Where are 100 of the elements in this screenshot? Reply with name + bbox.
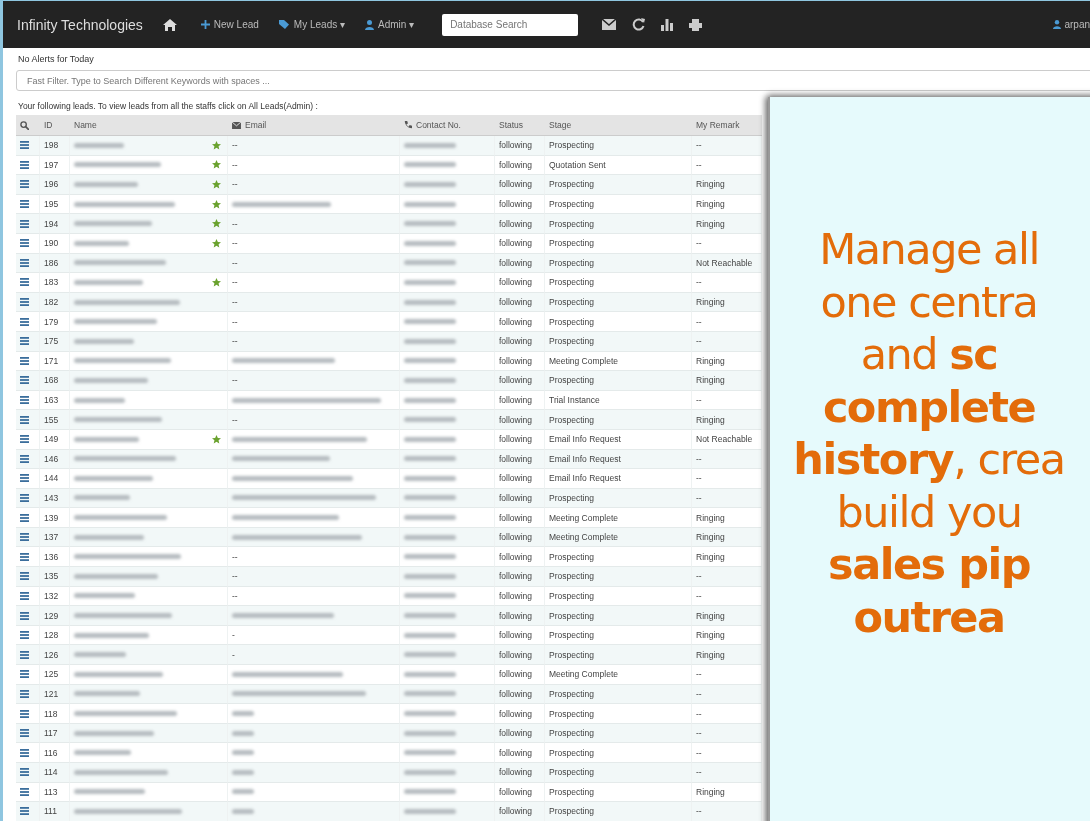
menu-icon[interactable] [20, 435, 29, 444]
blurred-text [404, 809, 456, 814]
table-cell: 186 [40, 253, 70, 274]
menu-icon[interactable] [20, 298, 29, 307]
table-cell: following [495, 684, 545, 705]
table-cell: Meeting Complete [545, 351, 692, 372]
nav-link[interactable]: My Leads ▾ [278, 19, 345, 30]
menu-icon[interactable] [20, 160, 29, 169]
menu-icon[interactable] [20, 572, 29, 581]
menu-icon[interactable] [20, 317, 29, 326]
table-cell: 116 [40, 743, 70, 763]
table-cell: -- [692, 763, 762, 783]
menu-icon[interactable] [20, 376, 29, 385]
blurred-text [404, 632, 456, 638]
menu-icon[interactable] [20, 611, 29, 620]
home-link[interactable] [162, 18, 177, 31]
blurred-text [74, 652, 126, 658]
blurred-text [404, 377, 456, 383]
blurred-text [74, 397, 125, 403]
menu-icon[interactable] [20, 650, 29, 659]
table-cell: Prospecting [545, 586, 692, 607]
table-cell: Not Reachable [692, 429, 762, 450]
plus-icon [200, 20, 210, 29]
menu-icon[interactable] [20, 689, 29, 698]
menu-icon[interactable] [20, 768, 29, 777]
blurred-text [232, 809, 254, 814]
column-header[interactable]: My Remark [692, 115, 762, 136]
nav-link[interactable]: Admin ▾ [365, 19, 415, 30]
blurred-text [404, 573, 456, 579]
nav-link[interactable]: New Lead [200, 19, 259, 30]
table-cell: following [495, 723, 545, 744]
menu-icon[interactable] [20, 337, 29, 346]
search-field[interactable]: Database Search [442, 13, 579, 36]
menu-icon[interactable] [20, 239, 29, 248]
alerts-text: No Alerts for Today [17, 53, 95, 66]
blurred-text [404, 515, 456, 521]
menu-icon[interactable] [20, 278, 29, 287]
menu-icon[interactable] [20, 513, 29, 522]
blurred-text [74, 593, 135, 599]
column-header[interactable]: ID [40, 115, 70, 136]
menu-icon[interactable] [20, 356, 29, 365]
column-header[interactable]: Stage [545, 115, 692, 136]
star-icon [212, 199, 221, 209]
table-cell: 146 [40, 449, 70, 470]
table-cell: Ringing [692, 410, 762, 430]
column-header[interactable]: Name [70, 115, 228, 136]
table-cell: Not Reachable [692, 253, 762, 274]
blurred-text [74, 691, 140, 697]
table-cell: Prospecting [545, 625, 692, 646]
table-cell: -- [228, 292, 400, 313]
menu-icon[interactable] [20, 415, 29, 424]
menu-icon[interactable] [20, 631, 29, 640]
menu-icon[interactable] [20, 494, 29, 502]
filter-field[interactable]: Fast Filter. Type to Search Different Keywords with spaces ... [16, 70, 1090, 91]
menu-icon[interactable] [20, 219, 29, 228]
menu-icon[interactable] [20, 258, 29, 267]
menu-icon[interactable] [20, 474, 29, 483]
table-cell: 198 [40, 136, 70, 156]
table-cell: Prospecting [545, 371, 692, 391]
blurred-text [404, 162, 456, 168]
menu-icon[interactable] [20, 454, 29, 463]
bar-chart-icon[interactable] [661, 18, 674, 31]
table-cell: -- [228, 233, 400, 254]
menu-icon[interactable] [20, 533, 29, 542]
menu-icon[interactable] [20, 729, 29, 738]
blurred-text [404, 691, 456, 697]
table-cell: Meeting Complete [545, 665, 692, 685]
table-cell: -- [692, 802, 762, 821]
promo-text: sales pip [827, 538, 1031, 591]
column-header[interactable]: Status [495, 115, 545, 136]
table-cell: following [495, 449, 545, 470]
brand-name[interactable]: Infinity Technologies [17, 16, 143, 33]
menu-icon[interactable] [20, 396, 29, 404]
table-cell: following [495, 547, 545, 568]
column-header[interactable]: Email [228, 115, 400, 136]
menu-icon[interactable] [20, 748, 29, 757]
menu-icon[interactable] [20, 552, 29, 561]
table-cell: Meeting Complete [545, 508, 692, 528]
table-cell: following [495, 273, 545, 293]
menu-icon[interactable] [20, 807, 29, 816]
menu-icon[interactable] [20, 709, 29, 718]
search-icon[interactable] [20, 120, 29, 130]
menu-icon[interactable] [20, 200, 29, 209]
promo-text: Manage all [818, 223, 1040, 276]
mail-icon[interactable] [602, 19, 617, 30]
table-cell: Email Info Request [545, 449, 692, 470]
column-header[interactable]: Contact No. [400, 115, 495, 136]
table-cell: following [495, 136, 545, 156]
menu-icon[interactable] [20, 180, 29, 189]
menu-icon[interactable] [20, 787, 29, 796]
refresh-icon[interactable] [632, 18, 646, 31]
menu-icon[interactable] [20, 591, 29, 600]
blurred-text [74, 279, 143, 285]
table-cell: -- [228, 312, 400, 332]
menu-icon[interactable] [20, 670, 29, 679]
blurred-text [232, 730, 254, 736]
user-menu[interactable]: arpan [1053, 19, 1090, 30]
blurred-text [404, 730, 456, 736]
menu-icon[interactable] [20, 141, 29, 150]
star-icon [212, 180, 221, 189]
